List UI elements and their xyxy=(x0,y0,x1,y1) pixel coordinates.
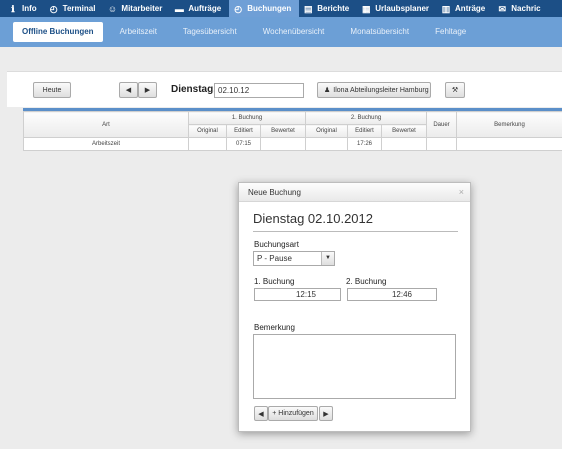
header-art: Art xyxy=(23,111,189,138)
wrench-icon: ⚒ xyxy=(451,87,459,94)
buchung-2-label: 2. Buchung xyxy=(346,277,387,286)
arrow-right-icon: ▶ xyxy=(323,410,329,418)
tab-fehltage[interactable]: Fehltage xyxy=(422,22,479,42)
sub-navigation: Offline Buchungen Arbeitszeit Tagesübers… xyxy=(0,17,562,47)
employee-select-button[interactable]: ♟ Ilona Abteilungsleiter Hamburg xyxy=(317,82,431,98)
cell-dauer xyxy=(426,137,457,151)
divider xyxy=(253,231,458,232)
nav-item-mitarbeiter[interactable]: ☺ Mitarbeiter xyxy=(103,0,170,17)
date-label: Dienstag, xyxy=(171,84,217,95)
nav-item-nachrichten[interactable]: ✉ Nachric xyxy=(493,0,548,17)
buchung-1-input[interactable]: 12:15 xyxy=(254,288,341,301)
dialog-header-title: Neue Buchung xyxy=(248,188,301,197)
cell-b1-editiert: 07:15 xyxy=(226,137,261,151)
dialog-header: Neue Buchung × xyxy=(239,183,470,202)
header-b2-editiert: Editiert xyxy=(347,124,382,138)
cell-b1-bewertet xyxy=(260,137,306,151)
previous-button[interactable]: ◀ xyxy=(254,406,268,421)
tab-arbeitszeit[interactable]: Arbeitszeit xyxy=(107,22,170,42)
header-bemerkung: Bemerkung xyxy=(456,111,562,138)
close-icon[interactable]: × xyxy=(459,183,464,202)
booking-table: Art 1. Buchung 2. Buchung Dauer Bemerkun… xyxy=(23,111,562,151)
cell-b2-bewertet xyxy=(381,137,427,151)
buchungsart-value: P - Pause xyxy=(257,254,292,263)
next-button[interactable]: ▶ xyxy=(319,406,333,421)
cell-b1-original xyxy=(188,137,227,151)
cell-b2-editiert: 17:26 xyxy=(347,137,382,151)
new-booking-dialog: Neue Buchung × Dienstag 02.10.2012 Buchu… xyxy=(238,182,471,432)
nav-item-terminal[interactable]: ◴ Terminal xyxy=(45,0,104,17)
edit-button[interactable]: ⚒ xyxy=(445,82,465,98)
arrow-right-icon: ▶ xyxy=(144,87,151,94)
buchung-2-input[interactable]: 12:46 xyxy=(347,288,437,301)
header-b1-bewertet: Bewertet xyxy=(260,124,306,138)
buchungsart-select[interactable]: P - Pause ▼ xyxy=(253,251,335,266)
table-row[interactable]: Arbeitszeit 07:15 17:26 xyxy=(23,137,562,151)
add-button[interactable]: + Hinzufügen xyxy=(268,406,318,421)
calendar-icon: ▦ xyxy=(361,3,371,14)
folder-icon: ▬ xyxy=(174,3,184,14)
clock-icon: ◴ xyxy=(234,3,243,14)
chevron-down-icon: ▼ xyxy=(321,252,334,265)
cell-b2-original xyxy=(305,137,348,151)
mail-icon: ✉ xyxy=(498,3,507,14)
bemerkung-textarea[interactable] xyxy=(253,334,456,399)
nav-item-urlaubsplaner[interactable]: ▦ Urlaubsplaner xyxy=(357,0,437,17)
today-button[interactable]: Heute xyxy=(33,82,71,98)
tab-tagesuebersicht[interactable]: Tagesübersicht xyxy=(170,22,250,42)
header-dauer: Dauer xyxy=(426,111,457,138)
cell-art: Arbeitszeit xyxy=(23,137,189,151)
user-icon: ♟ xyxy=(324,87,331,94)
header-b2-original: Original xyxy=(305,124,348,138)
employee-label: Ilona Abteilungsleiter Hamburg xyxy=(333,86,429,94)
report-icon: ▤ xyxy=(303,3,313,14)
header-b2-bewertet: Bewertet xyxy=(381,124,427,138)
header-buchung-1: 1. Buchung xyxy=(188,111,306,125)
booking-table-wrap: Art 1. Buchung 2. Buchung Dauer Bemerkun… xyxy=(23,108,562,151)
header-b1-editiert: Editiert xyxy=(226,124,261,138)
document-icon: ▥ xyxy=(441,3,451,14)
info-icon: ℹ xyxy=(11,3,15,14)
header-buchung-2: 2. Buchung xyxy=(305,111,427,125)
top-navigation: ℹ Info ◴ Terminal ☺ Mitarbeiter ▬ Aufträge ◴… xyxy=(0,0,562,17)
previous-day-button[interactable]: ◀ xyxy=(119,82,138,98)
nav-item-info[interactable]: ℹ Info xyxy=(4,0,45,17)
dialog-title: Dienstag 02.10.2012 xyxy=(253,211,373,226)
nav-item-berichte[interactable]: ▤ Berichte xyxy=(299,0,357,17)
clock-icon: ◴ xyxy=(49,3,58,14)
date-input[interactable]: 02.10.12 xyxy=(214,83,304,98)
users-icon: ☺ xyxy=(107,3,118,14)
arrow-left-icon: ◀ xyxy=(258,410,264,418)
tab-wochenuebersicht[interactable]: Wochenübersicht xyxy=(250,22,338,42)
tab-offline-buchungen[interactable]: Offline Buchungen xyxy=(13,22,103,42)
header-b1-original: Original xyxy=(188,124,227,138)
next-day-button[interactable]: ▶ xyxy=(138,82,157,98)
nav-item-auftraege[interactable]: ▬ Aufträge xyxy=(170,0,229,17)
buchung-1-label: 1. Buchung xyxy=(254,277,295,286)
nav-item-antraege[interactable]: ▥ Anträge xyxy=(437,0,493,17)
buchungsart-label: Buchungsart xyxy=(254,240,299,249)
nav-item-buchungen[interactable]: ◴ Buchungen xyxy=(229,0,300,17)
toolbar: Heute ◀ ▶ Dienstag, 02.10.12 ♟ Ilona Abt… xyxy=(7,71,562,107)
bemerkung-label: Bemerkung xyxy=(254,323,295,332)
tab-monatsuebersicht[interactable]: Monatsübersicht xyxy=(337,22,422,42)
cell-bemerkung xyxy=(456,137,562,151)
arrow-left-icon: ◀ xyxy=(125,87,132,94)
